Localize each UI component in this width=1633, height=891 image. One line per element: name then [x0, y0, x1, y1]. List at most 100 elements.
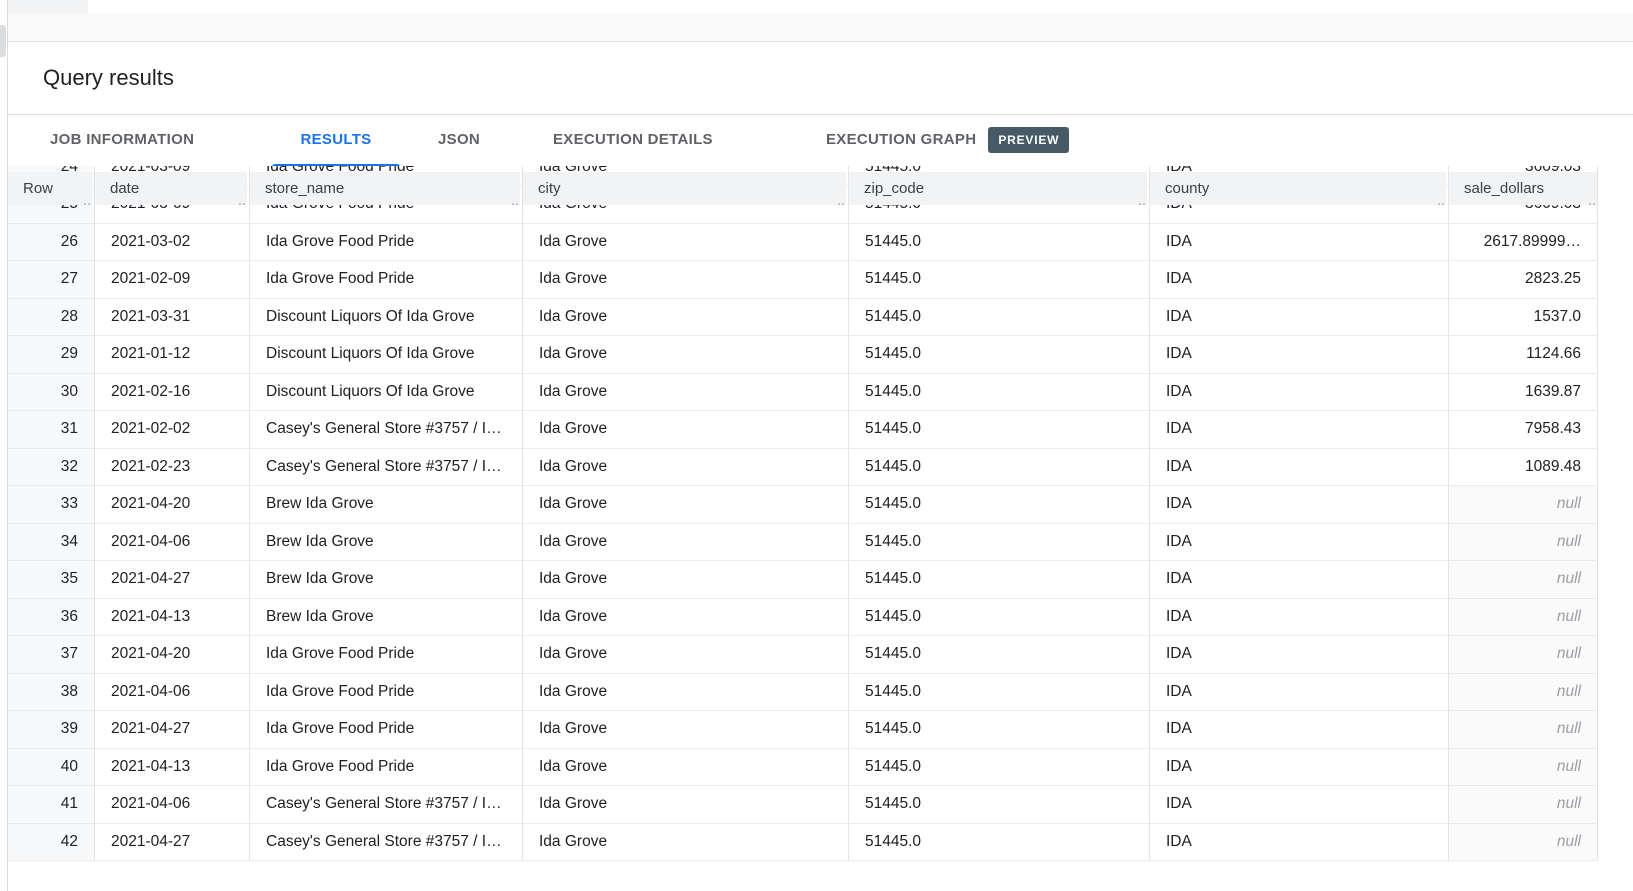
cell-county: IDA [1150, 261, 1449, 298]
cell-city: Ida Grove [523, 524, 849, 561]
cell-county: IDA [1150, 524, 1449, 561]
table-row: 382021-04-06Ida Grove Food PrideIda Grov… [8, 674, 1598, 712]
cell-sale_dollars: 1089.48 [1449, 449, 1598, 486]
tab-job-information[interactable]: JOB INFORMATION [50, 116, 194, 164]
column-header-inner: city [523, 172, 846, 205]
column-header-label: county [1165, 180, 1209, 197]
results-table-viewport[interactable]: 242021-03-09Ida Grove Food PrideIda Grov… [8, 166, 1598, 861]
cell-zip_code: 51445.0 [849, 824, 1150, 861]
cell-store_name: Casey's General Store #3757 / I… [250, 824, 523, 861]
cell-city: Ida Grove [523, 786, 849, 823]
cell-county: IDA [1150, 299, 1449, 336]
cell-zip_code: 51445.0 [849, 411, 1150, 448]
table-row: 422021-04-27Casey's General Store #3757 … [8, 824, 1598, 862]
cell-zip_code: 51445.0 [849, 561, 1150, 598]
cell-city: Ida Grove [523, 824, 849, 861]
cell-city: Ida Grove [523, 636, 849, 673]
tab-execution-details[interactable]: EXECUTION DETAILS [553, 116, 713, 164]
panel-header: Query results [8, 42, 1633, 115]
cell-date: 2021-03-02 [95, 224, 250, 261]
column-header-inner: Row [8, 172, 92, 205]
tab-json[interactable]: JSON [438, 116, 480, 164]
cell-county: IDA [1150, 336, 1449, 373]
row-number-cell: 34 [8, 524, 95, 561]
cell-date: 2021-04-06 [95, 786, 250, 823]
column-header-city[interactable]: city [523, 172, 849, 205]
tab-execution-graph[interactable]: EXECUTION GRAPH PREVIEW [826, 116, 1069, 164]
cell-store_name: Ida Grove Food Pride [250, 224, 523, 261]
column-header-inner: zip_code [849, 172, 1147, 205]
column-header-sale_dollars[interactable]: sale_dollars [1449, 172, 1598, 205]
cell-county: IDA [1150, 374, 1449, 411]
left-scrollbar-thumb[interactable] [0, 25, 6, 57]
table-row: 372021-04-20Ida Grove Food PrideIda Grov… [8, 636, 1598, 674]
column-header-label: sale_dollars [1464, 180, 1544, 197]
cell-zip_code: 51445.0 [849, 674, 1150, 711]
cell-date: 2021-04-13 [95, 749, 250, 786]
cell-sale_dollars: null [1449, 561, 1598, 598]
row-number-cell: 27 [8, 261, 95, 298]
column-header-label: zip_code [864, 180, 924, 197]
cell-date: 2021-03-31 [95, 299, 250, 336]
cell-store_name: Ida Grove Food Pride [250, 749, 523, 786]
table-row: 362021-04-13Brew Ida GroveIda Grove51445… [8, 599, 1598, 637]
cell-zip_code: 51445.0 [849, 636, 1150, 673]
table-row: 292021-01-12Discount Liquors Of Ida Grov… [8, 336, 1598, 374]
table-row: 272021-02-09Ida Grove Food PrideIda Grov… [8, 261, 1598, 299]
table-row: 322021-02-23Casey's General Store #3757 … [8, 449, 1598, 487]
cell-city: Ida Grove [523, 336, 849, 373]
column-header-store_name[interactable]: store_name [250, 172, 523, 205]
column-header-county[interactable]: county [1150, 172, 1449, 205]
column-resize-handle-icon[interactable] [832, 193, 844, 205]
tab-results[interactable]: RESULTS [272, 116, 400, 164]
cell-county: IDA [1150, 824, 1449, 861]
cell-sale_dollars: null [1449, 749, 1598, 786]
row-number-cell: 30 [8, 374, 95, 411]
cell-sale_dollars: 1124.66 [1449, 336, 1598, 373]
cell-city: Ida Grove [523, 411, 849, 448]
cell-sale_dollars: 1639.87 [1449, 374, 1598, 411]
cell-sale_dollars: 2823.25 [1449, 261, 1598, 298]
preview-badge: PREVIEW [988, 127, 1069, 153]
cell-store_name: Brew Ida Grove [250, 561, 523, 598]
row-number-cell: 26 [8, 224, 95, 261]
cell-zip_code: 51445.0 [849, 224, 1150, 261]
cell-county: IDA [1150, 486, 1449, 523]
cell-sale_dollars: null [1449, 599, 1598, 636]
top-strip [8, 0, 1633, 13]
table-row: 332021-04-20Brew Ida GroveIda Grove51445… [8, 486, 1598, 524]
cell-store_name: Casey's General Store #3757 / I… [250, 411, 523, 448]
column-header-label: city [538, 180, 561, 197]
column-resize-handle-icon[interactable] [1583, 193, 1595, 205]
cell-store_name: Casey's General Store #3757 / I… [250, 786, 523, 823]
column-resize-handle-icon[interactable] [78, 193, 90, 205]
tab-label: EXECUTION GRAPH [826, 116, 976, 164]
column-header-zip_code[interactable]: zip_code [849, 172, 1150, 205]
cell-zip_code: 51445.0 [849, 786, 1150, 823]
row-number-cell: 37 [8, 636, 95, 673]
column-header-Row[interactable]: Row [8, 172, 95, 205]
row-number-cell: 39 [8, 711, 95, 748]
cell-city: Ida Grove [523, 561, 849, 598]
cell-date: 2021-04-20 [95, 486, 250, 523]
cell-zip_code: 51445.0 [849, 299, 1150, 336]
cell-city: Ida Grove [523, 224, 849, 261]
tab-label: RESULTS [301, 131, 372, 148]
cell-sale_dollars: null [1449, 824, 1598, 861]
cell-date: 2021-04-20 [95, 636, 250, 673]
cell-store_name: Ida Grove Food Pride [250, 674, 523, 711]
cell-county: IDA [1150, 224, 1449, 261]
cell-store_name: Brew Ida Grove [250, 524, 523, 561]
table-row: 392021-04-27Ida Grove Food PrideIda Grov… [8, 711, 1598, 749]
column-resize-handle-icon[interactable] [1432, 193, 1444, 205]
row-number-cell: 41 [8, 786, 95, 823]
cell-sale_dollars: null [1449, 486, 1598, 523]
column-resize-handle-icon[interactable] [506, 193, 518, 205]
cell-date: 2021-04-27 [95, 561, 250, 598]
row-number-cell: 40 [8, 749, 95, 786]
column-resize-handle-icon[interactable] [1133, 193, 1145, 205]
column-resize-handle-icon[interactable] [233, 193, 245, 205]
column-header-date[interactable]: date [95, 172, 250, 205]
cell-date: 2021-04-06 [95, 524, 250, 561]
column-header-inner: date [95, 172, 247, 205]
